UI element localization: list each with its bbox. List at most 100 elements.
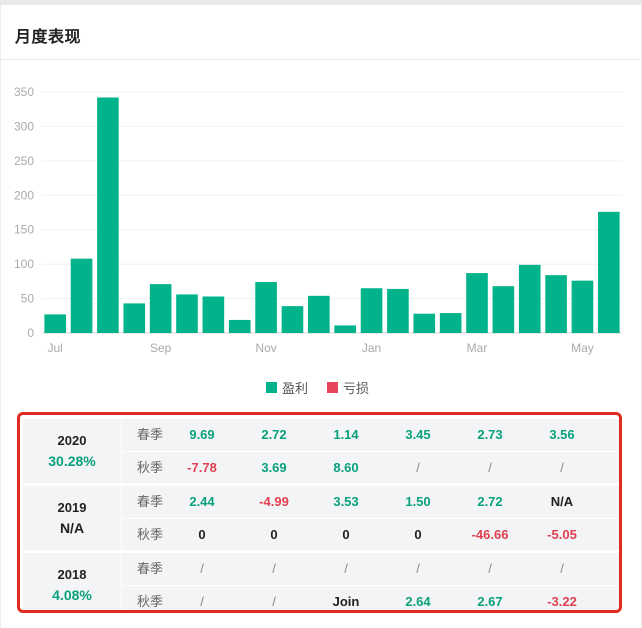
table-cell: Join	[332, 594, 360, 609]
bar[interactable]	[176, 294, 198, 333]
table-cell: 3.45	[405, 427, 431, 442]
season-label: 秋季	[136, 594, 163, 609]
bar[interactable]	[70, 258, 93, 333]
bar[interactable]	[360, 288, 383, 333]
table-cell: /	[488, 460, 492, 475]
table-cell: /	[416, 460, 420, 475]
table-row: 春季 / / / / / /	[121, 553, 619, 585]
table-cell: N/A	[550, 494, 574, 509]
year-block-2020: 2020 30.28% 春季 9.69 2.72 1.14 3.45 2.73 3.56 秋季 -7…	[23, 419, 619, 483]
y-tick-label: 350	[14, 85, 34, 99]
year-cell: 2019 N/A	[23, 486, 122, 550]
bar[interactable]	[598, 211, 620, 333]
table-row: 秋季 / / Join 2.64 2.67 -3.22	[121, 585, 619, 610]
table-cell: 0	[414, 527, 422, 542]
chart-legend: 盈利 亏损	[0, 378, 642, 396]
bar[interactable]	[44, 314, 66, 333]
year-cell: 2018 4.08%	[23, 553, 122, 610]
table-cell: /	[344, 561, 348, 576]
table-cell: /	[416, 561, 420, 576]
bar[interactable]	[413, 313, 436, 333]
table-cell: /	[272, 594, 276, 609]
y-tick-label: 200	[14, 188, 34, 202]
table-cell: -5.05	[547, 527, 577, 542]
table-cell: 3.69	[261, 460, 287, 475]
table-cell: -4.99	[259, 494, 289, 509]
table-cell: 0	[270, 527, 278, 542]
x-tick-label: May	[571, 341, 594, 355]
legend-item-profit[interactable]: 盈利	[266, 378, 308, 397]
table-cell: 2.64	[405, 594, 431, 609]
table-cell: 2.72	[477, 494, 503, 509]
monthly-bar-chart: 0 50 100 150 200 250 300 350 Jul Sep Nov Jan Mar May	[14, 85, 622, 355]
table-row: 春季 2.44 -4.99 3.53 1.50 2.72 N/A	[121, 486, 619, 518]
bar[interactable]	[545, 275, 567, 333]
bar[interactable]	[149, 284, 172, 333]
season-label: 秋季	[136, 460, 163, 475]
table-cell: 2.72	[261, 427, 287, 442]
bar[interactable]	[123, 303, 146, 333]
bar[interactable]	[228, 319, 251, 333]
table-cell: 0	[342, 527, 350, 542]
bar[interactable]	[571, 280, 594, 333]
y-tick-label: 300	[14, 119, 34, 133]
bar[interactable]	[518, 264, 541, 333]
season-label: 春季	[136, 427, 163, 442]
year-block-2019: 2019 N/A 春季 2.44 -4.99 3.53 1.50 2.72 N/A 秋季 0 0 0 0 -…	[23, 486, 619, 550]
loss-swatch-icon	[327, 382, 338, 393]
y-tick-label: 100	[14, 257, 34, 271]
table-row: 春季 9.69 2.72 1.14 3.45 2.73 3.56	[121, 419, 619, 451]
table-cell: 8.60	[333, 460, 359, 475]
bar[interactable]	[281, 306, 304, 333]
table-cell: 1.50	[405, 494, 431, 509]
table-cell: 9.69	[189, 427, 215, 442]
bar[interactable]	[439, 313, 462, 333]
table-cell: /	[200, 594, 204, 609]
table-cell: -46.66	[471, 527, 509, 542]
x-tick-label: Jul	[48, 341, 63, 355]
table-cell: 3.56	[549, 427, 575, 442]
table-cell: 2.67	[477, 594, 503, 609]
season-label: 春季	[136, 494, 163, 509]
table-cell: 0	[198, 527, 206, 542]
year-total-return: N/A	[59, 520, 85, 536]
x-tick-label: Mar	[467, 341, 488, 355]
year-label: 2018	[57, 567, 87, 582]
table-cell: /	[560, 460, 564, 475]
season-label: 秋季	[136, 527, 163, 542]
year-cell: 2020 30.28%	[23, 419, 122, 483]
table-cell: -7.78	[187, 460, 217, 475]
x-tick-label: Nov	[255, 341, 276, 355]
x-tick-label: Sep	[150, 341, 172, 355]
table-cell: /	[272, 561, 276, 576]
bar[interactable]	[387, 288, 409, 333]
season-label: 春季	[136, 561, 163, 576]
bar[interactable]	[202, 296, 225, 333]
table-cell: /	[560, 561, 564, 576]
table-cell: 2.73	[477, 427, 503, 442]
y-tick-label: 0	[27, 326, 34, 340]
page-title: 月度表现	[15, 29, 82, 46]
table-cell: 2.44	[189, 494, 215, 509]
bar[interactable]	[492, 286, 515, 333]
table-cell: 1.14	[333, 427, 359, 442]
year-label: 2020	[57, 433, 87, 448]
bar[interactable]	[466, 273, 488, 333]
year-total-return: 4.08%	[52, 587, 92, 603]
legend-item-loss[interactable]: 亏损	[327, 378, 369, 397]
y-tick-label: 150	[14, 223, 34, 237]
year-block-2018: 2018 4.08% 春季 / / / / / / 秋季 / / Join 2.64 2.67 -3.22	[23, 553, 619, 610]
table-row: 秋季 -7.78 3.69 8.60 / / /	[121, 451, 619, 484]
y-tick-label: 50	[21, 292, 35, 306]
bar[interactable]	[334, 325, 356, 333]
table-cell: /	[200, 561, 204, 576]
bar[interactable]	[308, 295, 330, 333]
y-tick-label: 250	[14, 154, 34, 168]
bar[interactable]	[97, 97, 119, 333]
yearly-returns-table: 2020 30.28% 春季 9.69 2.72 1.14 3.45 2.73 3.56 秋季 -7…	[17, 412, 622, 613]
year-total-return: 30.28%	[48, 453, 96, 469]
table-row: 秋季 0 0 0 0 -46.66 -5.05	[121, 518, 619, 551]
legend-profit-label: 盈利	[282, 381, 309, 396]
bar[interactable]	[255, 282, 277, 333]
year-label: 2019	[57, 500, 87, 515]
